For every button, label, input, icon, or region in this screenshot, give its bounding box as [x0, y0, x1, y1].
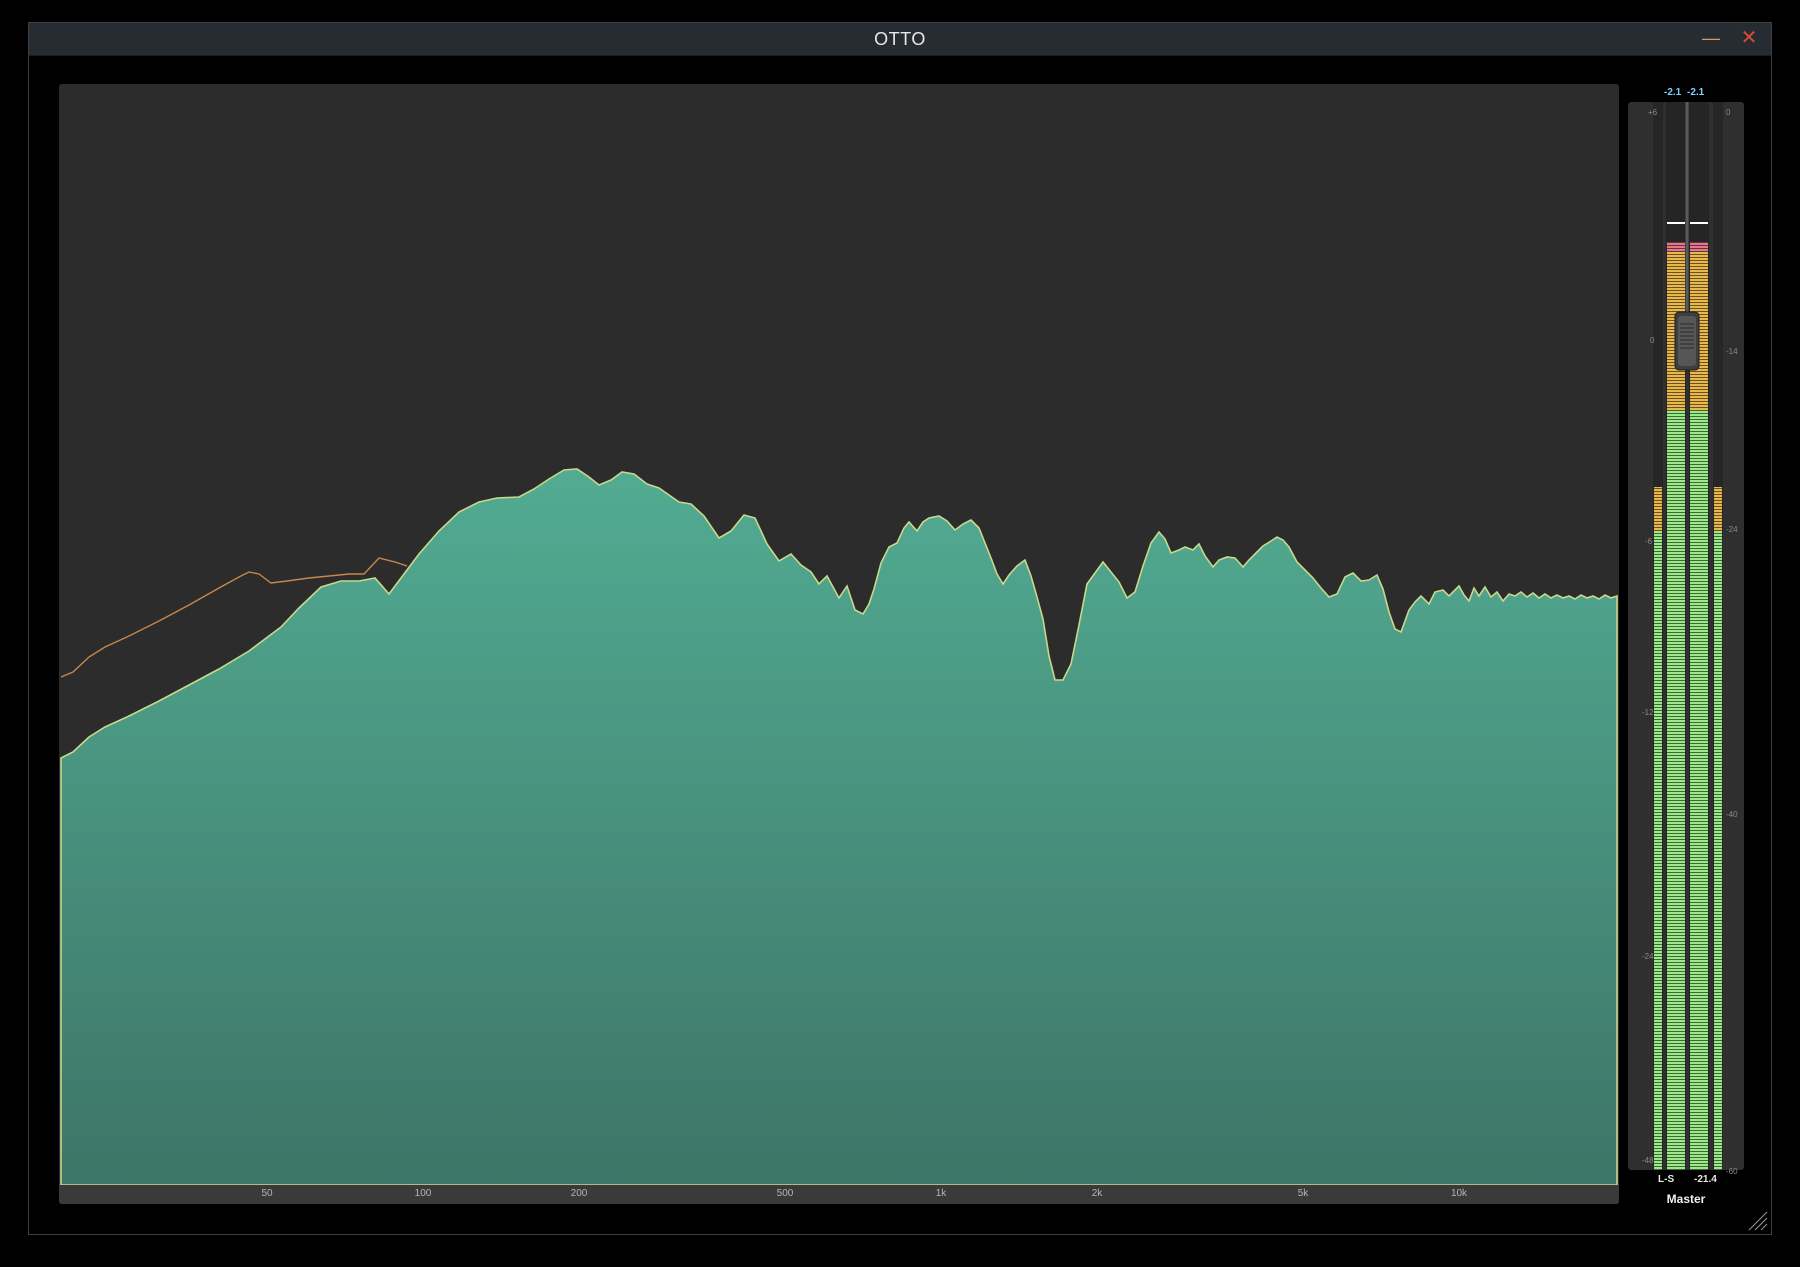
fader-handle[interactable] [1674, 311, 1700, 371]
side-meter-right [1714, 487, 1722, 531]
spectrum-analyzer: 50 100 200 500 1k 2k 5k 10k [59, 84, 1619, 1204]
right-scale-label: 0 [1726, 108, 1731, 117]
peak-readout-right[interactable]: -2.1 [1687, 87, 1704, 98]
left-scale-label: +6 [1648, 108, 1658, 117]
left-scale-label: 0 [1650, 336, 1655, 345]
freq-label-10k: 10k [1450, 1188, 1468, 1199]
meter-bars [1653, 102, 1723, 1170]
level-bar-left [1667, 242, 1685, 252]
freq-label-50: 50 [261, 1188, 273, 1199]
left-scale-label: -6 [1645, 537, 1653, 546]
peak-hold-right [1690, 222, 1708, 224]
freq-label-2k: 2k [1091, 1188, 1103, 1199]
right-scale-label: -14 [1726, 347, 1738, 356]
title-bar: OTTO — ✕ [29, 23, 1771, 56]
level-bar-right [1690, 242, 1708, 252]
right-scale-label: -24 [1726, 525, 1738, 534]
freq-label-5k: 5k [1297, 1188, 1309, 1199]
resize-handle[interactable] [1745, 1208, 1769, 1232]
side-meter-left [1654, 487, 1662, 531]
freq-label-500: 500 [776, 1188, 794, 1199]
freq-label-200: 200 [570, 1188, 588, 1199]
left-scale-label: -12 [1642, 708, 1654, 717]
spectrum-graph [60, 468, 1618, 1185]
minimize-button[interactable]: — [1699, 27, 1723, 51]
meter-name: Master [1666, 1192, 1706, 1206]
left-scale-label: -24 [1642, 952, 1654, 961]
master-meter: -2.1 -2.1 +6 0 -6 -12 -24 -48 0 -14 -24 … [1628, 84, 1750, 1206]
peak-readout-left[interactable]: -2.1 [1664, 87, 1681, 98]
freq-label-1k: 1k [935, 1188, 947, 1199]
plugin-window: OTTO — ✕ 50 100 200 500 1k 2k 5k 10k -2.… [28, 22, 1772, 1235]
left-scale-label: -48 [1642, 1156, 1654, 1165]
frequency-axis: 50 100 200 500 1k 2k 5k 10k [59, 1185, 1619, 1204]
channel-mode[interactable]: L-S [1658, 1174, 1674, 1185]
right-scale-label: -40 [1726, 810, 1738, 819]
peak-hold-left [1667, 222, 1685, 224]
freq-label-100: 100 [414, 1188, 432, 1199]
close-button[interactable]: ✕ [1737, 27, 1761, 51]
right-scale-label: -60 [1726, 1167, 1738, 1176]
level-readout: -21.4 [1694, 1174, 1717, 1185]
spectrum-fill [60, 468, 1618, 1185]
window-title: OTTO [874, 29, 926, 49]
